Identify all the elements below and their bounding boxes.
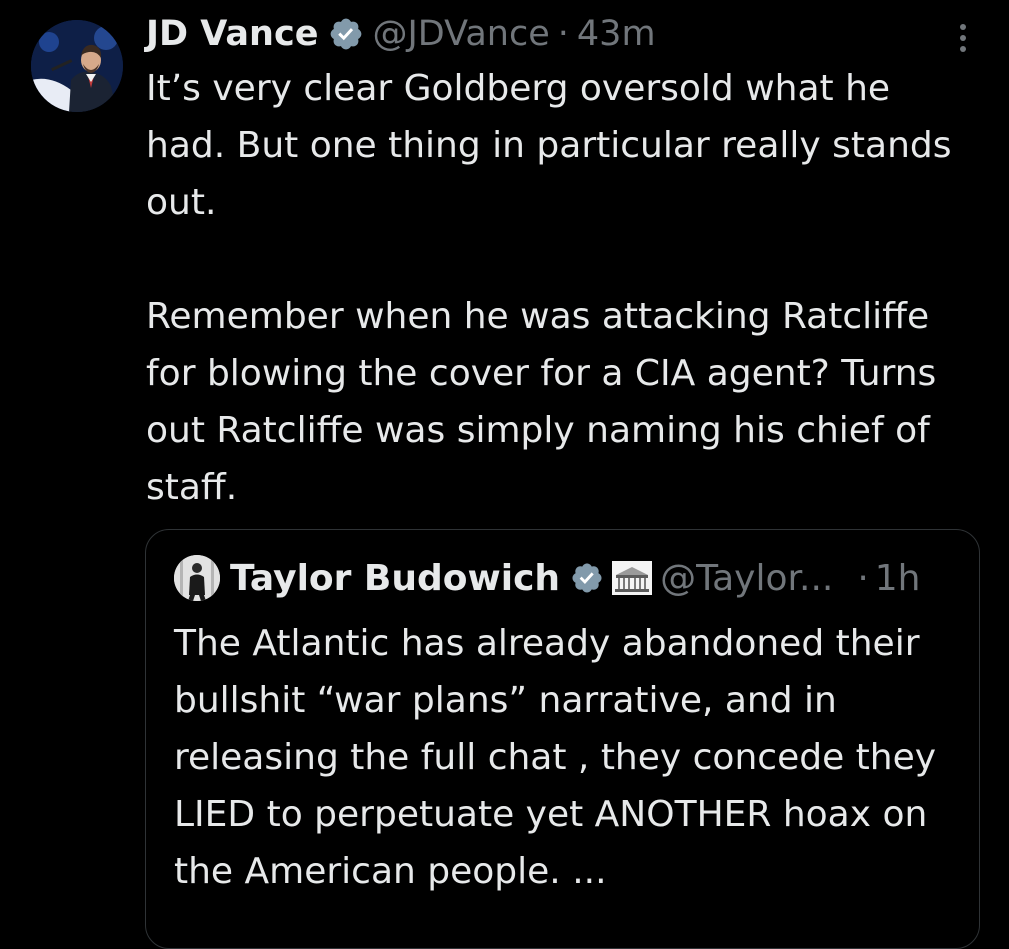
- separator-dot: ·: [557, 14, 569, 54]
- tweet-header: JD Vance @JDVance · 43m: [146, 10, 656, 58]
- tweet-card[interactable]: JD Vance @JDVance · 43m It’s very clear …: [0, 0, 1009, 949]
- tweet-paragraph: Remember when he was attacking Ratcliffe…: [146, 296, 937, 508]
- more-vertical-icon[interactable]: [948, 18, 978, 58]
- quoted-tweet-text: The Atlantic has already abandoned their…: [174, 623, 937, 892]
- white-house-icon: [612, 561, 653, 595]
- quoted-tweet-header: Taylor Budowich @Taylor... · 1h: [174, 552, 921, 604]
- tweet-text: It’s very clear Goldberg oversold what h…: [146, 60, 976, 516]
- quoted-tweet[interactable]: Taylor Budowich @Taylor... · 1h The Atla…: [145, 529, 980, 949]
- separator-dot: ·: [857, 557, 869, 599]
- quoted-avatar[interactable]: [174, 555, 220, 601]
- verified-badge-icon: [328, 16, 364, 52]
- author-handle[interactable]: @JDVance: [372, 14, 549, 54]
- quoted-timestamp[interactable]: 1h: [875, 558, 921, 599]
- quoted-author-handle[interactable]: @Taylor...: [660, 558, 833, 599]
- tweet-paragraph: It’s very clear Goldberg oversold what h…: [146, 68, 952, 223]
- timestamp[interactable]: 43m: [577, 14, 656, 54]
- verified-badge-icon: [570, 561, 604, 595]
- avatar[interactable]: [31, 20, 123, 112]
- avatar-photo: [31, 20, 123, 112]
- quoted-author-name[interactable]: Taylor Budowich: [230, 558, 560, 599]
- author-name[interactable]: JD Vance: [146, 14, 318, 54]
